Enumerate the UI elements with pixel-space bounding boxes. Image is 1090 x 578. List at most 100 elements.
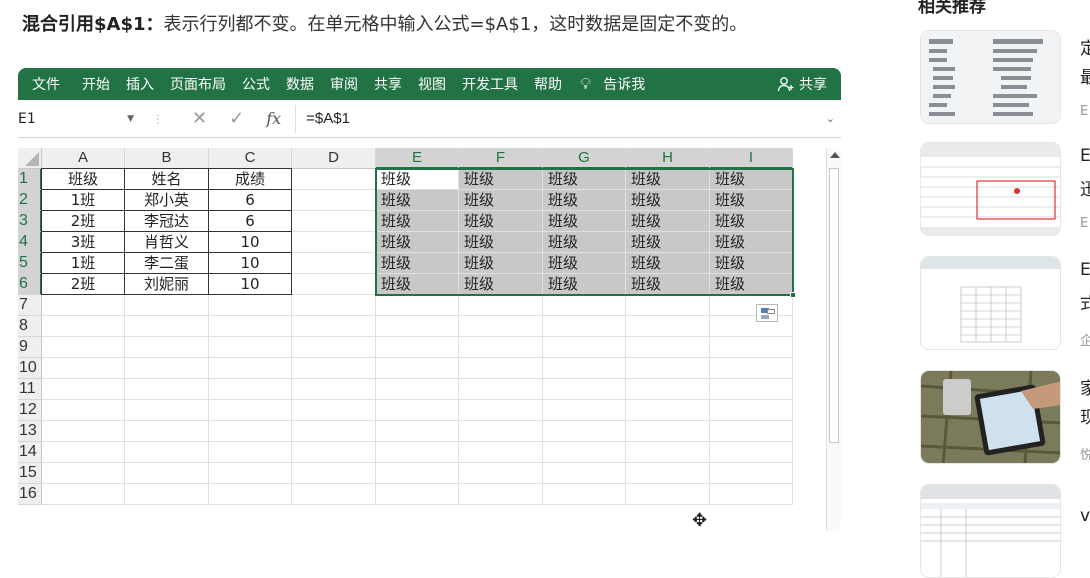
cell-h9[interactable] <box>626 337 710 358</box>
cell-g13[interactable] <box>543 421 626 442</box>
cancel-icon[interactable]: ✕ <box>192 108 207 129</box>
lightbulb-icon[interactable]: 💡︎ <box>570 74 595 94</box>
related-2-line1[interactable]: E <box>1080 146 1090 166</box>
cell-h2[interactable]: 班级 <box>626 190 710 211</box>
cell-c1[interactable]: 成绩 <box>209 169 292 190</box>
cell-f5[interactable]: 班级 <box>459 253 543 274</box>
tab-insert[interactable]: 插入 <box>118 74 162 94</box>
cell-i4[interactable]: 班级 <box>710 232 793 253</box>
cell-a4[interactable]: 3班 <box>42 232 125 253</box>
cell-b5[interactable]: 李二蛋 <box>125 253 209 274</box>
row-header-16[interactable]: 16 <box>18 484 42 505</box>
cell-g7[interactable] <box>543 295 626 316</box>
cell-d5[interactable] <box>292 253 376 274</box>
cell-c9[interactable] <box>209 337 292 358</box>
cell-i6[interactable]: 班级 <box>710 274 793 295</box>
related-5-line1[interactable]: v <box>1080 506 1090 526</box>
cell-a11[interactable] <box>42 379 125 400</box>
column-header-a[interactable]: A <box>42 148 125 169</box>
cell-f16[interactable] <box>459 484 543 505</box>
name-box[interactable]: E1 ▼ <box>18 107 140 131</box>
cell-b2[interactable]: 郑小英 <box>125 190 209 211</box>
cell-g14[interactable] <box>543 442 626 463</box>
tab-data[interactable]: 数据 <box>278 74 322 94</box>
row-header-6[interactable]: 6 <box>18 274 42 295</box>
cell-d12[interactable] <box>292 400 376 421</box>
cell-b9[interactable] <box>125 337 209 358</box>
expand-formula-bar-icon[interactable]: ⌄ <box>826 112 841 125</box>
cell-a15[interactable] <box>42 463 125 484</box>
cell-i16[interactable] <box>710 484 793 505</box>
cell-b13[interactable] <box>125 421 209 442</box>
tab-page-layout[interactable]: 页面布局 <box>162 74 234 94</box>
cell-c4[interactable]: 10 <box>209 232 292 253</box>
related-4-line2[interactable]: 现 <box>1080 403 1090 428</box>
related-3-line1[interactable]: E <box>1080 260 1090 280</box>
cell-c8[interactable] <box>209 316 292 337</box>
worksheet-grid[interactable]: A B C D E F G H I 1 班级 姓名 成绩 班级 班级 班级 班级 班级 2 1班 郑小英 6 班级 班级 班级班… <box>18 148 823 531</box>
cell-c5[interactable]: 10 <box>209 253 292 274</box>
cell-c13[interactable] <box>209 421 292 442</box>
related-1-line1[interactable]: 定 <box>1080 34 1090 59</box>
cell-c16[interactable] <box>209 484 292 505</box>
cell-d8[interactable] <box>292 316 376 337</box>
cell-b6[interactable]: 刘妮丽 <box>125 274 209 295</box>
cell-c15[interactable] <box>209 463 292 484</box>
tab-review[interactable]: 审阅 <box>322 74 366 94</box>
cell-c2[interactable]: 6 <box>209 190 292 211</box>
related-2-line2[interactable]: 迅 <box>1080 175 1090 200</box>
tab-share[interactable]: 共享 <box>366 74 410 94</box>
cell-f3[interactable]: 班级 <box>459 211 543 232</box>
cell-i9[interactable] <box>710 337 793 358</box>
cell-a12[interactable] <box>42 400 125 421</box>
cell-h7[interactable] <box>626 295 710 316</box>
cell-e11[interactable] <box>376 379 459 400</box>
row-header-2[interactable]: 2 <box>18 190 42 211</box>
cell-d6[interactable] <box>292 274 376 295</box>
cell-h5[interactable]: 班级 <box>626 253 710 274</box>
tab-home[interactable]: 开始 <box>74 74 118 94</box>
cell-i2[interactable]: 班级 <box>710 190 793 211</box>
cell-h8[interactable] <box>626 316 710 337</box>
row-header-14[interactable]: 14 <box>18 442 42 463</box>
cell-b3[interactable]: 李冠达 <box>125 211 209 232</box>
related-thumb-2[interactable] <box>920 142 1061 236</box>
cell-d4[interactable] <box>292 232 376 253</box>
cell-b7[interactable] <box>125 295 209 316</box>
cell-a5[interactable]: 1班 <box>42 253 125 274</box>
tab-view[interactable]: 视图 <box>410 74 454 94</box>
cell-g16[interactable] <box>543 484 626 505</box>
cell-d9[interactable] <box>292 337 376 358</box>
cell-f6[interactable]: 班级 <box>459 274 543 295</box>
share-button[interactable]: 共享 <box>777 74 841 94</box>
cell-i14[interactable] <box>710 442 793 463</box>
cell-e4[interactable]: 班级 <box>376 232 459 253</box>
related-thumb-1[interactable] <box>920 30 1061 124</box>
cell-f8[interactable] <box>459 316 543 337</box>
cell-b12[interactable] <box>125 400 209 421</box>
row-header-8[interactable]: 8 <box>18 316 42 337</box>
row-header-10[interactable]: 10 <box>18 358 42 379</box>
cell-b10[interactable] <box>125 358 209 379</box>
row-header-15[interactable]: 15 <box>18 463 42 484</box>
cell-a16[interactable] <box>42 484 125 505</box>
cell-f14[interactable] <box>459 442 543 463</box>
cell-d13[interactable] <box>292 421 376 442</box>
cell-c6[interactable]: 10 <box>209 274 292 295</box>
cell-f12[interactable] <box>459 400 543 421</box>
column-header-d[interactable]: D <box>292 148 376 169</box>
tab-developer[interactable]: 开发工具 <box>454 74 526 94</box>
cell-h11[interactable] <box>626 379 710 400</box>
cell-b4[interactable]: 肖哲义 <box>125 232 209 253</box>
row-header-5[interactable]: 5 <box>18 253 42 274</box>
scroll-thumb[interactable] <box>829 168 839 443</box>
cell-c11[interactable] <box>209 379 292 400</box>
row-header-4[interactable]: 4 <box>18 232 42 253</box>
cell-g3[interactable]: 班级 <box>543 211 626 232</box>
cell-g8[interactable] <box>543 316 626 337</box>
cell-a10[interactable] <box>42 358 125 379</box>
tab-file[interactable]: 文件 <box>18 74 74 94</box>
cell-i13[interactable] <box>710 421 793 442</box>
cell-b8[interactable] <box>125 316 209 337</box>
cell-h4[interactable]: 班级 <box>626 232 710 253</box>
